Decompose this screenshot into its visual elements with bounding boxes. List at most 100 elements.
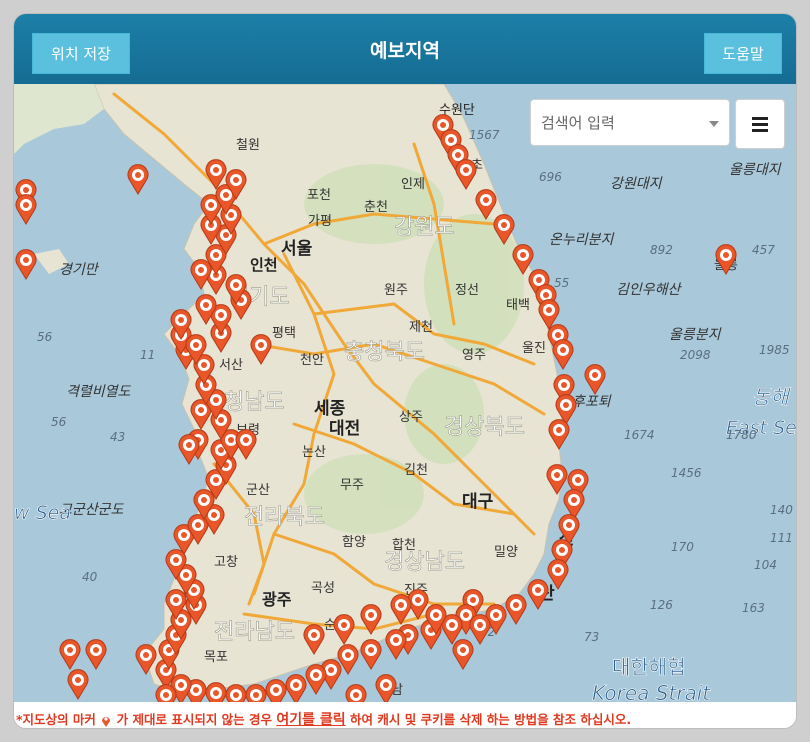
depth-label: 163 (742, 601, 765, 615)
notice-suffix: 하여 캐시 및 쿠키를 삭제 하는 방법을 참조 하십시오. (350, 712, 632, 727)
depth-label: 2098 (680, 348, 711, 362)
forecast-marker[interactable] (155, 684, 177, 702)
place-label-daejeon: 대전 (329, 419, 360, 439)
forecast-marker[interactable] (385, 629, 407, 660)
notice-prefix: *지도상의 마커 (16, 712, 96, 727)
depth-label: 696 (539, 170, 562, 184)
forecast-marker[interactable] (59, 639, 81, 670)
place-label-gangwon: 강원도 (394, 215, 455, 240)
place-label-cheorwon: 철원 (236, 138, 260, 153)
place-label-gyeonggiman: 경기만 (59, 262, 100, 278)
place-label-nonsan: 논산 (302, 445, 326, 460)
forecast-marker[interactable] (205, 682, 227, 702)
depth-label: 55 (554, 276, 569, 290)
place-label-mokpo_label: 목포 (204, 650, 228, 665)
depth-label: 1780 (726, 428, 757, 442)
chevron-down-icon[interactable] (709, 121, 719, 127)
forecast-marker[interactable] (15, 194, 37, 225)
place-label-daegu: 대구 (462, 492, 494, 512)
forecast-marker[interactable] (552, 339, 574, 370)
header-bar: 위치 저장 예보지역 도움말 (14, 14, 796, 84)
place-label-chungnam: 청남도 (224, 390, 285, 415)
marker-pin-icon (102, 716, 111, 727)
forecast-marker[interactable] (178, 434, 200, 465)
depth-label: 43 (110, 430, 125, 444)
place-label-inje: 인제 (401, 177, 425, 192)
hamburger-icon (752, 116, 768, 120)
place-label-pyeongtaek: 평택 (272, 326, 296, 341)
depth-label: 56 (37, 330, 53, 344)
place-label-taebaek: 태백 (506, 298, 530, 313)
place-label-seoul: 서울 (281, 239, 313, 259)
notice-middle: 가 제대로 표시되지 않는 경우 (116, 712, 273, 727)
place-label-cheonan: 천안 (300, 353, 324, 368)
depth-label: 111 (770, 531, 793, 545)
place-label-muju: 무주 (340, 478, 364, 493)
place-label-hupo: 후포퇴 (572, 394, 612, 410)
cache-help-link[interactable]: 여기를 클릭 (276, 712, 345, 728)
place-label-gokseong: 곡성 (311, 581, 335, 596)
place-label-ulleungbunji: 울릉분지 (669, 327, 722, 343)
forecast-marker[interactable] (245, 684, 267, 702)
forecast-marker[interactable] (225, 684, 247, 702)
forecast-marker[interactable] (265, 679, 287, 702)
depth-label: 104 (754, 558, 777, 572)
land-north (14, 84, 104, 154)
forecast-marker[interactable] (127, 164, 149, 195)
forecast-marker[interactable] (85, 639, 107, 670)
place-label-chuncheon: 춘천 (364, 200, 388, 215)
place-label-pocheon: 포천 (307, 188, 331, 203)
forecast-marker[interactable] (469, 614, 491, 645)
depth-label: 892 (650, 243, 673, 257)
cache-notice: *지도상의 마커 가 제대로 표시되지 않는 경우 여기를 클릭 하여 캐시 및… (14, 702, 796, 728)
help-button[interactable]: 도움말 (704, 33, 782, 74)
place-label-gimcheon: 김천 (404, 463, 428, 478)
place-label-gochang: 고창 (214, 555, 238, 570)
depth-label: 11 (140, 348, 155, 362)
menu-button[interactable] (735, 99, 785, 149)
depth-label: 73 (584, 630, 599, 644)
place-label-donghae: 동해 (752, 385, 791, 409)
forecast-marker[interactable] (452, 639, 474, 670)
place-label-hamyang: 함양 (342, 535, 366, 550)
depth-label: 126 (650, 598, 673, 612)
page-title: 예보지역 (370, 40, 440, 62)
hamburger-icon (752, 128, 768, 132)
place-label-jecheon: 제천 (409, 320, 433, 335)
forecast-marker[interactable] (67, 669, 89, 700)
forecast-marker[interactable] (305, 664, 327, 695)
forecast-marker[interactable] (345, 684, 367, 702)
search-input[interactable]: 검색어 입력 (530, 99, 730, 146)
place-label-gyeongnam: 경상남도 (384, 550, 465, 575)
place-label-gwangju: 광주 (262, 590, 292, 609)
forecast-marker[interactable] (285, 674, 307, 702)
place-label-miryang: 밀양 (494, 545, 518, 560)
forecast-marker[interactable] (505, 594, 527, 625)
korea-map[interactable]: 서울인천경기도강원도충청북도청남도 세종대전 경상북도전라북도경상남도전라남도대구광… (14, 84, 796, 702)
forecast-marker[interactable] (360, 639, 382, 670)
place-label-wonju: 원주 (384, 283, 408, 298)
place-label-gangwondaeji: 강원대지 (610, 176, 663, 192)
place-label-gyeokryeol: 격렬비열도 (66, 384, 132, 400)
forecast-marker[interactable] (584, 364, 606, 395)
depth-label: 1567 (469, 128, 500, 142)
depth-label: 56 (51, 415, 67, 429)
map-view[interactable]: 서울 인천 경기도 강원도 충청북도 청남도 세종 대전 경상북도 전라북도 경상남도 전라남도 대구 광… (14, 84, 796, 702)
place-label-korea_strait: Korea Strait (592, 681, 711, 702)
depth-label: 140 (770, 503, 793, 517)
depth-label: 40 (82, 570, 98, 584)
place-label-yellow_sea: w Sea (14, 502, 71, 524)
depth-label: 1674 (624, 428, 655, 442)
place-label-gunsan: 군산 (246, 483, 270, 498)
depth-label: 1985 (759, 343, 790, 357)
place-label-chungbuk: 충청북도 (344, 340, 425, 365)
forecast-marker[interactable] (15, 249, 37, 280)
place-label-incheon: 인천 (250, 256, 278, 274)
depth-label: 1456 (671, 466, 702, 480)
forecast-marker[interactable] (527, 579, 549, 610)
place-label-yeongju: 영주 (462, 348, 486, 363)
place-label-jeonbuk: 전라북도 (244, 505, 325, 530)
place-label-jeonnam: 전라남도 (214, 620, 295, 645)
depth-label: 170 (671, 540, 694, 554)
hamburger-icon (752, 122, 768, 126)
